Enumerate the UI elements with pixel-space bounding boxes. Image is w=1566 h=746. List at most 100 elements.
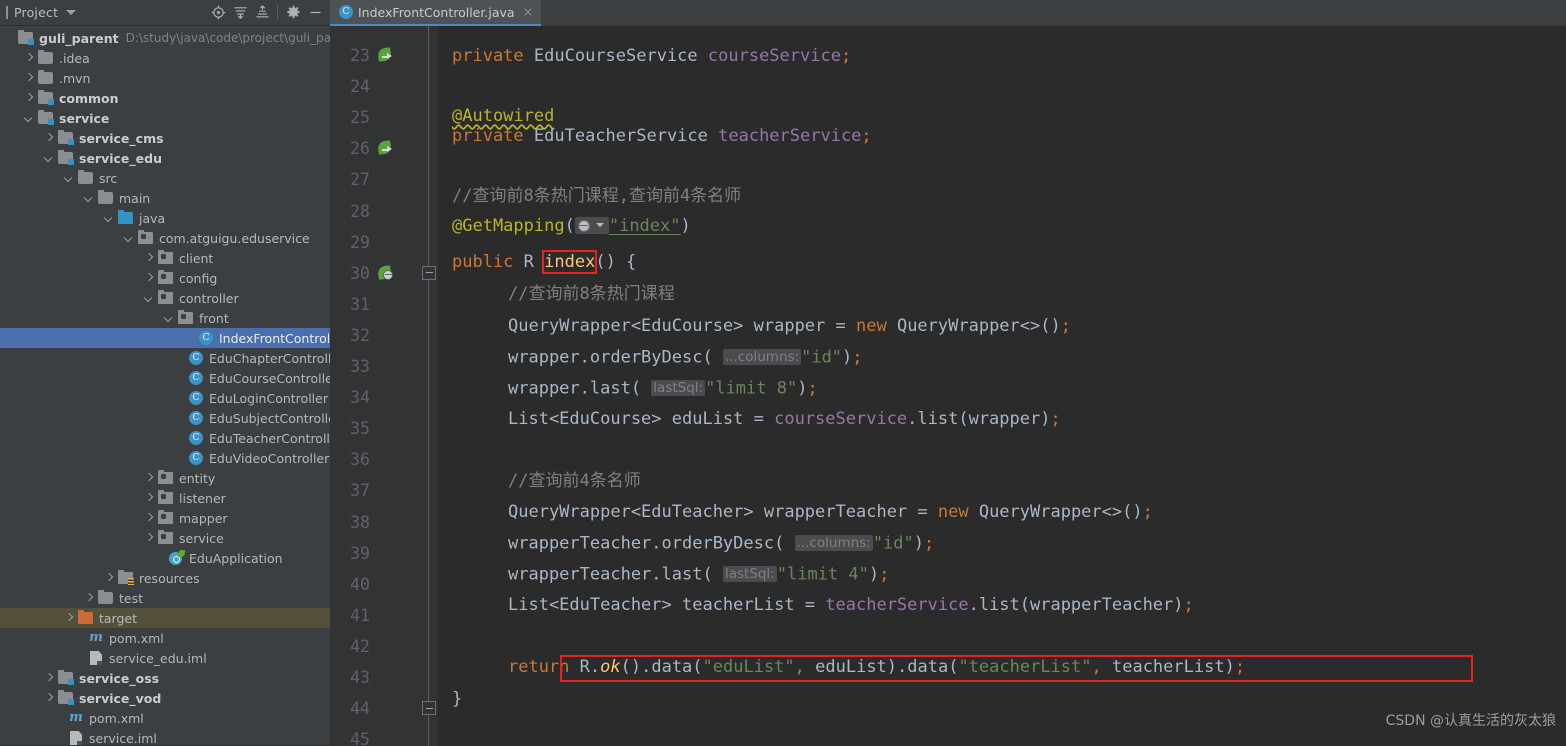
chevron-down-icon[interactable]	[164, 313, 175, 324]
tree-item-controller[interactable]: controller	[0, 288, 330, 308]
tree-item-resources[interactable]: resources	[0, 568, 330, 588]
tree-item-java[interactable]: java	[0, 208, 330, 228]
code-line-40[interactable]: wrapperTeacher.last( lastSql: "limit 4");	[508, 564, 889, 585]
project-tree[interactable]: guli_parent D:\study\java\code\project\gu…	[0, 26, 330, 746]
tree-item-eduvideocontroller[interactable]: C EduVideoController	[0, 448, 330, 468]
code-line-30[interactable]: public R index() {	[452, 250, 636, 274]
spring-bean-globe-icon[interactable]	[376, 263, 396, 283]
chevron-down-icon[interactable]	[124, 233, 135, 244]
tree-item-edulogincontroller[interactable]: C EduLoginController	[0, 388, 330, 408]
gear-icon[interactable]	[282, 2, 304, 24]
tree-item-entity[interactable]: entity	[0, 468, 330, 488]
tree-item-label: service.iml	[89, 730, 157, 746]
chevron-right-icon[interactable]	[44, 673, 55, 684]
chevron-right-icon[interactable]	[24, 53, 35, 64]
tree-item-service-vod[interactable]: service_vod	[0, 688, 330, 708]
code-line-26[interactable]: private EduTeacherService teacherService…	[452, 126, 872, 146]
chevron-right-icon[interactable]	[144, 253, 155, 264]
locate-icon[interactable]	[207, 2, 229, 24]
spring-bean-arrow-icon[interactable]	[376, 45, 396, 65]
tree-item-mvn[interactable]: .mvn	[0, 68, 330, 88]
code-line-35[interactable]: List<EduCourse> eduList = courseService.…	[508, 409, 1061, 429]
tree-item-main[interactable]: main	[0, 188, 330, 208]
code-line-29[interactable]: @GetMapping("index")	[452, 216, 691, 236]
chevron-right-icon[interactable]	[144, 533, 155, 544]
code-line-43[interactable]: return R.ok().data("eduList", eduList).d…	[508, 657, 1245, 677]
expand-all-icon[interactable]	[229, 2, 251, 24]
code-line-25[interactable]: @Autowired	[452, 106, 554, 126]
tree-item-service-edu-iml[interactable]: service_edu.iml	[0, 648, 330, 668]
line-number-27: 27	[350, 170, 370, 190]
chevron-right-icon[interactable]	[44, 693, 55, 704]
chevron-right-icon[interactable]	[144, 473, 155, 484]
chevron-down-icon[interactable]	[104, 213, 115, 224]
idea-window: Project guli_parent D:\study\java\code\p…	[0, 0, 1566, 746]
code-line-41[interactable]: List<EduTeacher> teacherList = teacherSe…	[508, 595, 1194, 615]
tree-item-edusubjectcontroller[interactable]: C EduSubjectController	[0, 408, 330, 428]
chevron-right-icon[interactable]	[64, 613, 75, 624]
chevron-right-icon[interactable]	[24, 73, 35, 84]
chevron-down-icon[interactable]	[84, 193, 95, 204]
tree-item-service[interactable]: service	[0, 528, 330, 548]
code-line-32[interactable]: QueryWrapper<EduCourse> wrapper = new Qu…	[508, 316, 1071, 336]
code-line-23[interactable]: private EduCourseService courseService;	[452, 46, 851, 66]
chevron-right-icon[interactable]	[144, 513, 155, 524]
tree-item-eduteachercontroller[interactable]: C EduTeacherController	[0, 428, 330, 448]
tree-item-mapper[interactable]: mapper	[0, 508, 330, 528]
close-icon[interactable]: ×	[523, 6, 534, 19]
spring-bean-arrow-icon[interactable]	[376, 138, 396, 158]
chevron-down-icon[interactable]	[24, 113, 35, 124]
code-folding-strip[interactable]	[420, 26, 438, 746]
chevron-down-icon[interactable]	[144, 293, 155, 304]
tree-item-guli-parent[interactable]: guli_parent D:\study\java\code\project\gu…	[0, 28, 330, 48]
editor-gutter[interactable]: 23 24 25 26 27 28 29 30 31 32 33 34 35 36 37 38 39 40 41 42…	[330, 26, 420, 746]
tree-item-com-atguigu-eduservice[interactable]: com.atguigu.eduservice	[0, 228, 330, 248]
tree-item-label: listener	[179, 490, 226, 506]
chevron-right-icon[interactable]	[24, 93, 35, 104]
tree-item-educhaptercontroller[interactable]: C EduChapterController	[0, 348, 330, 368]
chevron-right-icon[interactable]	[144, 273, 155, 284]
collapse-all-icon[interactable]	[251, 2, 273, 24]
chevron-right-icon[interactable]	[84, 593, 95, 604]
tree-item-idea[interactable]: .idea	[0, 48, 330, 68]
tree-item-service-iml[interactable]: service.iml	[0, 728, 330, 746]
tree-item-indexfrontcontroller[interactable]: C IndexFrontController	[0, 328, 330, 348]
minimize-icon[interactable]	[304, 2, 326, 24]
code-line-38[interactable]: QueryWrapper<EduTeacher> wrapperTeacher …	[508, 502, 1153, 522]
tree-item-src[interactable]: src	[0, 168, 330, 188]
tree-item-config[interactable]: config	[0, 268, 330, 288]
code-line-39[interactable]: wrapperTeacher.orderByDesc( ...columns: "…	[508, 533, 934, 554]
tree-item-service[interactable]: service	[0, 108, 330, 128]
chevron-down-icon[interactable]	[66, 10, 77, 15]
tree-item-service-oss[interactable]: service_oss	[0, 668, 330, 688]
chevron-right-icon[interactable]	[44, 133, 55, 144]
tree-item-front[interactable]: front	[0, 308, 330, 328]
chevron-right-icon[interactable]	[104, 573, 115, 584]
tree-item-pom-xml[interactable]: m pom.xml	[0, 628, 330, 648]
editor-tab-index-front-controller[interactable]: C IndexFrontController.java ×	[330, 0, 542, 26]
code-line-34[interactable]: wrapper.last( lastSql: "limit 8");	[508, 378, 818, 399]
tree-item-test[interactable]: test	[0, 588, 330, 608]
tree-item-service-edu[interactable]: service_edu	[0, 148, 330, 168]
tree-item-eduapplication[interactable]: EduApplication	[0, 548, 330, 568]
code-line-44[interactable]: }	[452, 689, 462, 709]
fold-collapse-icon[interactable]	[422, 265, 436, 280]
tree-item-educoursecontroller[interactable]: C EduCourseController	[0, 368, 330, 388]
tree-item-common[interactable]: common	[0, 88, 330, 108]
code-line-33[interactable]: wrapper.orderByDesc( ...columns: "id");	[508, 347, 863, 368]
code-viewport[interactable]: private EduCourseService courseService; …	[438, 26, 1566, 746]
tree-item-pom-xml[interactable]: m pom.xml	[0, 708, 330, 728]
project-panel-title[interactable]: Project	[14, 5, 58, 20]
tree-item-service-cms[interactable]: service_cms	[0, 128, 330, 148]
chevron-down-icon[interactable]	[44, 153, 55, 164]
chevron-right-icon[interactable]	[144, 493, 155, 504]
package-icon	[158, 269, 174, 286]
code-lines[interactable]: private EduCourseService courseService; …	[438, 26, 1566, 746]
web-mapping-globe-icon[interactable]	[574, 217, 609, 234]
panel-grip-icon	[6, 6, 9, 19]
tree-item-client[interactable]: client	[0, 248, 330, 268]
tree-item-listener[interactable]: listener	[0, 488, 330, 508]
chevron-down-icon[interactable]	[64, 173, 75, 184]
fold-collapse-icon[interactable]	[422, 701, 436, 716]
tree-item-target[interactable]: target	[0, 608, 330, 628]
